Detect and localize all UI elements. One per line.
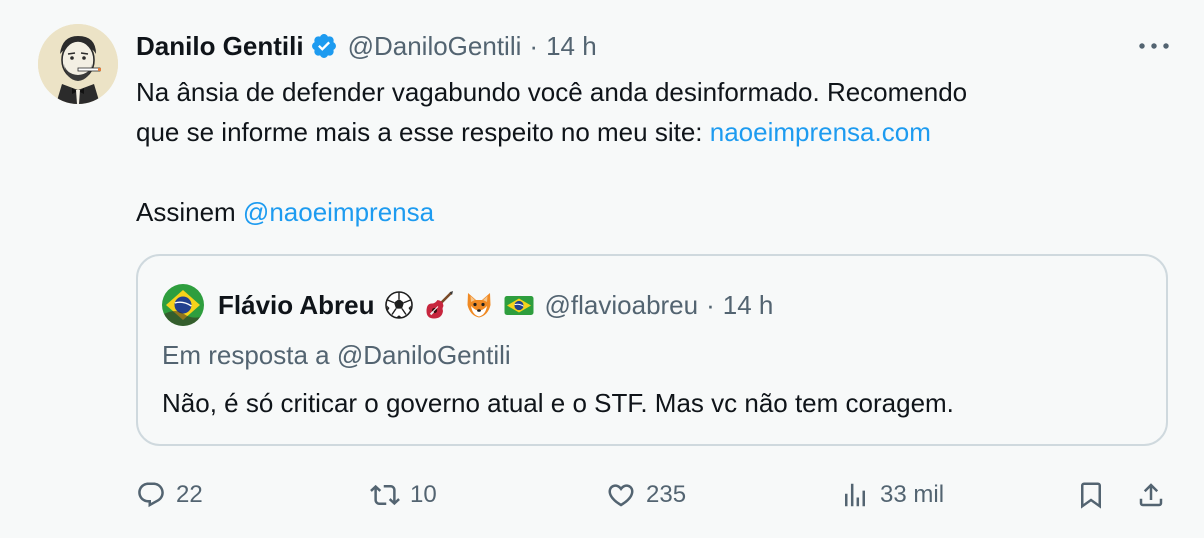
more-options-icon[interactable]: [1134, 32, 1174, 60]
author-handle[interactable]: @DaniloGentili: [348, 31, 522, 62]
verified-badge-icon: [310, 32, 338, 60]
tweet-line-1: Na ânsia de defender vagabundo você anda…: [136, 77, 968, 107]
author-avatar[interactable]: [38, 24, 118, 104]
tweet-line-2-text: que se informe mais a esse respeito no m…: [136, 117, 710, 147]
reply-icon: [138, 482, 164, 508]
tweet-text: Na ânsia de defender vagabundo você anda…: [136, 72, 1146, 232]
tweet: Danilo Gentili @DaniloGentili · 14 h Na …: [0, 0, 1204, 538]
heart-icon: [608, 484, 634, 507]
soccer-ball-icon: [383, 289, 415, 321]
quoted-avatar-flag: [162, 284, 204, 326]
quoted-author-name[interactable]: Flávio Abreu: [218, 290, 375, 321]
brazil-flag-icon: [503, 289, 535, 321]
tweet-line-2: que se informe mais a esse respeito no m…: [136, 112, 1146, 152]
guitar-icon: [423, 289, 455, 321]
site-link[interactable]: naoeimprensa.com: [710, 117, 931, 147]
author-name[interactable]: Danilo Gentili: [136, 31, 304, 62]
share-icon: [1139, 483, 1163, 507]
reply-count: 22: [176, 481, 203, 508]
tweet-timestamp[interactable]: 14 h: [546, 31, 597, 62]
like-button[interactable]: 235: [606, 470, 686, 520]
action-bar: 22 10 235 33 mil: [0, 470, 1204, 520]
header-separator: ·: [529, 30, 539, 61]
repost-icon: [370, 484, 400, 506]
quoted-tweet[interactable]: Flávio Abreu @flavioabreu · 14 h Em resp…: [136, 254, 1168, 446]
tweet-line-3: Assinem @naoeimprensa: [136, 192, 1146, 232]
quoted-author-avatar[interactable]: [162, 284, 204, 326]
author-avatar-illustration: [38, 24, 118, 104]
mention-link[interactable]: @naoeimprensa: [243, 197, 434, 227]
quoted-text: Não, é só criticar o governo atual e o S…: [162, 388, 954, 418]
quoted-author-handle[interactable]: @flavioabreu: [545, 290, 699, 321]
repost-count: 10: [410, 481, 437, 508]
bookmark-button[interactable]: [1076, 470, 1106, 520]
reply-context: Em resposta a @DaniloGentili: [162, 340, 511, 370]
bookmark-icon: [1081, 482, 1101, 509]
tweet-header: Danilo Gentili @DaniloGentili · 14 h: [136, 26, 597, 66]
repost-button[interactable]: 10: [370, 470, 437, 520]
tweet-line-3-text: Assinem: [136, 197, 243, 227]
fox-icon: [463, 289, 495, 321]
quoted-timestamp[interactable]: 14 h: [723, 290, 774, 321]
reply-button[interactable]: 22: [136, 470, 203, 520]
quoted-header: Flávio Abreu @flavioabreu · 14 h: [218, 284, 773, 326]
quoted-header-separator: ·: [706, 289, 715, 320]
views-button[interactable]: 33 mil: [840, 470, 944, 520]
like-count: 235: [646, 481, 687, 508]
views-count: 33 mil: [880, 481, 945, 508]
share-button[interactable]: [1136, 470, 1166, 520]
views-chart-icon: [845, 483, 865, 507]
